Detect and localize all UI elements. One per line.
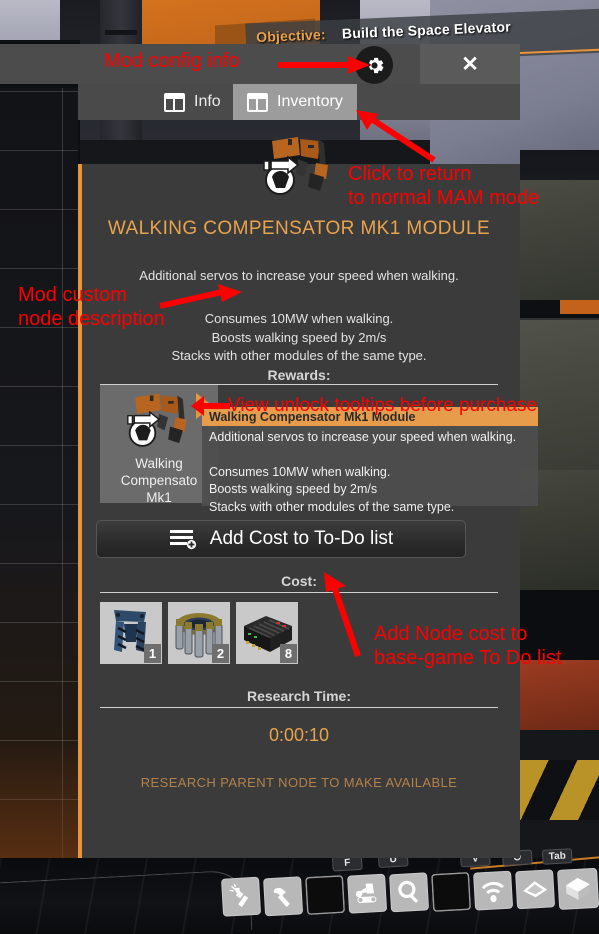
add-cost-to-todo-label: Add Cost to To-Do list [209,528,394,549]
magnifier-icon [398,880,418,903]
cost-label: Cost: [281,573,317,589]
node-description: Additional servos to increase your speed… [139,268,459,283]
node-content: WALKING COMPENSATOR MK1 MODULE Additiona… [78,120,538,814]
unlock-tooltip: Walking Compensator Mk1 Module Additiona… [202,407,538,514]
right-hazard-stripes [520,760,599,820]
hotbar-slot-1[interactable] [263,876,304,917]
annotation-arrow-4 [191,396,230,416]
node-icon-wrap [258,133,338,205]
tab-info[interactable]: Info [150,84,235,120]
tab-info-label: Info [194,93,221,110]
annotation-mod-config-info: Mod config info [104,50,240,72]
inventory-box-icon [565,877,591,900]
signal-icon [481,881,504,903]
tooltip-line-4: Stacks with other modules of the same ty… [209,499,455,514]
tooltip-line-1 [209,447,533,464]
research-time-value: 0:00:10 [268,725,330,745]
annotation-add-node-cost: Add Node cost to base-game To Do list [374,623,562,669]
hotbar-slot-8[interactable] [557,867,599,910]
cost-divider [100,592,498,593]
cost-item-list: 1 2 8 [100,602,298,664]
hotbar-slot-4[interactable] [389,872,430,913]
walking-compensator-icon [127,393,187,447]
close-button[interactable]: ✕ [420,44,520,84]
annotation-mod-custom-desc: Mod custom node description [18,284,165,330]
hotbar-slot-6[interactable] [473,870,514,911]
annotation-arrow-2 [356,110,436,163]
window-icon [247,92,268,112]
list-add-icon [169,530,196,550]
annotation-view-unlock-tooltips: View unlock tooltips before purchase [228,395,538,416]
reward-name-line-0: Walking [135,456,183,471]
walking-compensator-icon [263,137,328,195]
node-title: WALKING COMPENSATOR MK1 MODULE [107,218,491,239]
tab-inventory-label: Inventory [277,93,343,110]
map-icon [523,881,548,898]
cost-item-qty: 1 [144,644,161,663]
hotbar-key-8: Tab [541,848,573,865]
reward-icon-wrap [119,390,199,456]
tab-inventory[interactable]: Inventory [233,84,357,120]
annotation-arrow-3 [159,284,242,309]
rewards-label: Rewards: [267,367,331,383]
right-red-machine [520,660,599,730]
annotation-arrow-1 [278,56,370,74]
tooltip-body: Additional servos to increase your speed… [209,429,533,516]
tab-strip: Info Inventory [78,84,520,120]
node-bullet-2: Stacks with other modules of the same ty… [171,348,427,364]
cost-item[interactable]: 8 [236,602,298,664]
tooltip-line-2: Consumes 10MW when walking. [209,464,391,479]
hotbar-slot-0[interactable] [221,876,262,917]
tooltip-line-0: Additional servos to increase your speed… [209,430,517,444]
cost-item-qty: 2 [212,644,229,663]
hotbar-slot-5[interactable] [431,871,472,913]
hotbar-slot-7[interactable] [515,869,556,910]
flashlight-icon [229,883,249,907]
annotation-arrow-5 [324,572,361,657]
hammer-icon [273,887,290,907]
cost-item[interactable]: 1 [100,602,162,664]
cost-item[interactable]: 2 [168,602,230,664]
vehicle-icon [355,883,377,904]
right-orange-strip [560,300,599,314]
research-time-divider [100,707,498,708]
tooltip-line-3: Boosts walking speed by 2m/s [209,482,378,496]
add-cost-to-todo-button[interactable]: Add Cost to To-Do list [96,520,466,558]
screen: Objective: Build the Space Elevator F U … [0,0,599,934]
hotbar-slot-3[interactable] [347,873,388,914]
locked-notice: RESEARCH PARENT NODE TO MAKE AVAILABLE [140,775,458,790]
reward-name-line-1: Compensato [120,473,198,488]
node-bullet-1: Boosts walking speed by 2m/s [211,329,387,345]
cost-item-qty: 8 [280,644,297,663]
window-icon [164,92,185,112]
close-icon: ✕ [461,52,479,76]
annotation-click-to-return: Click to return to normal MAM mode [348,163,540,209]
hotbar-slot-2[interactable] [305,874,346,916]
research-time-label: Research Time: [246,688,351,704]
objective-label: Objective: [255,26,327,46]
reward-name-line-2: Mk1 [146,490,172,505]
